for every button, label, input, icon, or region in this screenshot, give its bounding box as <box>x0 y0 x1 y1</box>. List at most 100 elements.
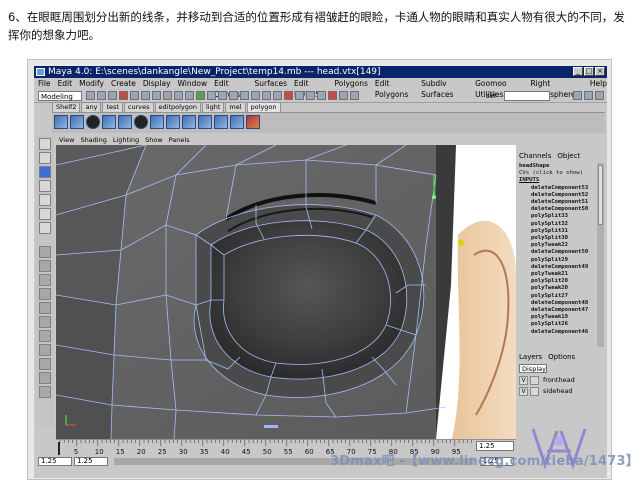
poly-sphere-icon[interactable] <box>86 115 100 129</box>
poly-cylinder-icon[interactable] <box>134 115 148 129</box>
tab-channels[interactable]: Channels <box>519 151 551 161</box>
range-start-field[interactable]: 1.25 <box>38 457 72 466</box>
input-node[interactable]: deleteComponent52 <box>519 192 597 199</box>
append-polygon-icon[interactable] <box>182 115 196 129</box>
new-scene-icon[interactable] <box>86 91 95 100</box>
menu-edit-curves[interactable]: Edit Curves <box>214 78 247 99</box>
mask-curves-icon[interactable] <box>174 91 183 100</box>
layout-custom-icon[interactable] <box>39 344 51 356</box>
select-hierarchy-icon[interactable] <box>119 91 128 100</box>
input-node[interactable]: polySplit33 <box>519 213 597 220</box>
mode-select[interactable]: Modeling <box>38 91 82 101</box>
layer-visibility-toggle[interactable]: V <box>519 376 528 385</box>
layout-graph-icon[interactable] <box>39 302 51 314</box>
split-polygon-icon[interactable] <box>102 115 116 129</box>
layer-type-toggle[interactable] <box>530 387 539 396</box>
menu-edit-polygons[interactable]: Edit Polygons <box>375 78 414 99</box>
mask-surfaces-icon[interactable] <box>185 91 194 100</box>
move-tool-icon[interactable] <box>39 166 51 178</box>
delete-history-icon[interactable] <box>246 115 260 129</box>
input-node[interactable]: deleteComponent46 <box>519 329 597 336</box>
layout-four-icon[interactable] <box>39 260 51 272</box>
viewport-panel[interactable]: View Shading Lighting Show Panels <box>56 136 516 439</box>
select-tool-icon[interactable] <box>39 138 51 150</box>
tab-options[interactable]: Options <box>548 352 575 362</box>
shelf-tab-test[interactable]: test <box>102 102 123 112</box>
mask-dynamics-icon[interactable] <box>207 91 216 100</box>
snap-curve-icon[interactable] <box>273 91 282 100</box>
mask-joints-icon[interactable] <box>163 91 172 100</box>
select-component-icon[interactable] <box>141 91 150 100</box>
select-object-icon[interactable] <box>130 91 139 100</box>
menu-edit[interactable]: Edit <box>58 78 73 89</box>
input-node[interactable]: deleteComponent53 <box>519 185 597 192</box>
history-icon[interactable] <box>317 91 326 100</box>
layout-three-icon[interactable] <box>39 358 51 370</box>
close-button[interactable]: × <box>595 67 605 76</box>
shelf-tab-polygon[interactable]: polygon <box>246 102 281 112</box>
manipulator-tool-icon[interactable] <box>39 208 51 220</box>
toggle-attribute-editor-icon[interactable] <box>573 91 582 100</box>
shelf-tab-editpolygon[interactable]: editpolygon <box>154 102 201 112</box>
layout-single-icon[interactable] <box>39 246 51 258</box>
mask-deformers-icon[interactable] <box>196 91 205 100</box>
input-node[interactable]: deleteComponent51 <box>519 199 597 206</box>
render-globals-icon[interactable] <box>350 91 359 100</box>
input-node[interactable]: polySplit28 <box>519 278 597 285</box>
input-node[interactable]: polyTweak20 <box>519 285 597 292</box>
cut-faces-icon[interactable] <box>230 115 244 129</box>
current-time-marker[interactable] <box>58 442 60 455</box>
lasso-tool-icon[interactable] <box>39 152 51 164</box>
input-node[interactable]: deleteComponent47 <box>519 307 597 314</box>
combine-icon[interactable] <box>214 115 228 129</box>
shelf-tab-shelf2[interactable]: Shelf2 <box>52 102 81 112</box>
snap-grid-icon[interactable] <box>262 91 271 100</box>
vp-menu-panels[interactable]: Panels <box>169 136 190 145</box>
snap-point-icon[interactable] <box>284 91 293 100</box>
toggle-channel-box-icon[interactable] <box>595 91 604 100</box>
input-node[interactable]: polyTweak21 <box>519 271 597 278</box>
layer-row[interactable]: V fronthead <box>519 376 599 385</box>
render-icon[interactable] <box>328 91 337 100</box>
vp-menu-view[interactable]: View <box>59 136 74 145</box>
mask-rendering-icon[interactable] <box>218 91 227 100</box>
tab-layers[interactable]: Layers <box>519 352 542 362</box>
rotate-tool-icon[interactable] <box>39 180 51 192</box>
shelf-tab-light[interactable]: light <box>202 102 225 112</box>
menu-file[interactable]: File <box>38 78 51 89</box>
menu-goomoo-utilities[interactable]: Goomoo Utilities <box>475 78 523 99</box>
minimize-button[interactable]: _ <box>573 67 583 76</box>
cvs-row[interactable]: CVs (click to show) <box>519 170 597 177</box>
extrude-face-icon[interactable] <box>118 115 132 129</box>
scale-tool-icon[interactable] <box>39 194 51 206</box>
snap-view-plane-icon[interactable] <box>295 91 304 100</box>
highlight-selection-icon[interactable] <box>251 91 260 100</box>
layer-display-dropdown[interactable]: Display <box>519 364 547 373</box>
scroll-thumb[interactable] <box>598 165 603 225</box>
make-live-icon[interactable] <box>306 91 315 100</box>
input-node[interactable]: deleteComponent49 <box>519 264 597 271</box>
last-tool-icon[interactable] <box>39 222 51 234</box>
menu-display[interactable]: Display <box>143 78 171 89</box>
sel-field-input[interactable] <box>504 91 550 101</box>
vp-menu-show[interactable]: Show <box>145 136 163 145</box>
merge-vertices-icon[interactable] <box>150 115 164 129</box>
smooth-icon[interactable] <box>166 115 180 129</box>
menu-subdiv-surfaces[interactable]: Subdiv Surfaces <box>421 78 468 99</box>
poly-plane-icon[interactable] <box>54 115 68 129</box>
menu-edit-nurbs[interactable]: Edit NURBS <box>294 78 327 99</box>
layer-type-toggle[interactable] <box>530 376 539 385</box>
input-node[interactable]: polySplit31 <box>519 228 597 235</box>
menu-modify[interactable]: Modify <box>79 78 104 89</box>
shelf-tab-curves[interactable]: curves <box>123 102 154 112</box>
viewport-scene[interactable] <box>56 145 516 439</box>
vp-menu-lighting[interactable]: Lighting <box>113 136 139 145</box>
mask-misc-icon[interactable] <box>229 91 238 100</box>
input-node[interactable]: deleteComponent50 <box>519 206 597 213</box>
mirror-geometry-icon[interactable] <box>198 115 212 129</box>
layout-two-icon[interactable] <box>39 372 51 384</box>
layout-outliner-icon[interactable] <box>39 288 51 300</box>
shelf-tab-mel[interactable]: mel <box>225 102 246 112</box>
input-node[interactable]: polyTweak22 <box>519 242 597 249</box>
maximize-button[interactable]: □ <box>584 67 594 76</box>
